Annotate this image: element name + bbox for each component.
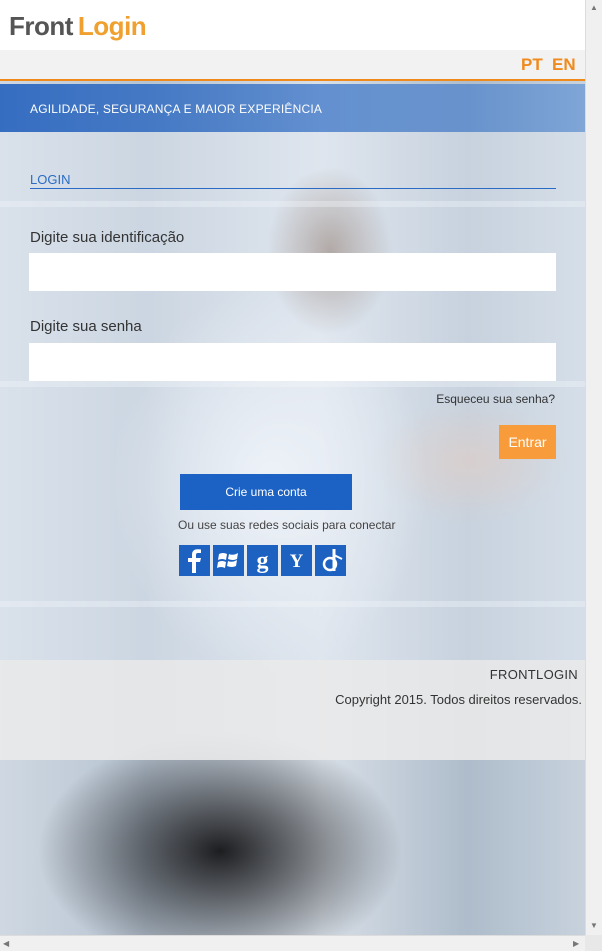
- header: Front Login: [0, 0, 585, 50]
- language-en-link[interactable]: EN: [552, 55, 576, 75]
- footer-copyright: Copyright 2015. Todos direitos reservado…: [335, 692, 582, 707]
- login-heading: LOGIN: [30, 172, 556, 189]
- identification-label: Digite sua identificação: [30, 229, 185, 246]
- logo-text-front: Front: [9, 10, 73, 41]
- scroll-right-icon[interactable]: ▶: [573, 939, 579, 948]
- language-bar: PT EN: [0, 50, 585, 81]
- scroll-up-icon[interactable]: ▲: [590, 3, 598, 12]
- google-icon[interactable]: g: [247, 545, 278, 576]
- login-page: Front Login PT EN AGILIDADE, SEGURANÇA E…: [0, 0, 585, 935]
- facebook-icon[interactable]: [179, 545, 210, 576]
- tagline-text: AGILIDADE, SEGURANÇA E MAIOR EXPERIÊNCIA: [30, 102, 323, 116]
- scroll-down-icon[interactable]: ▼: [590, 921, 598, 930]
- footer-brand: FRONTLOGIN: [489, 667, 578, 682]
- password-input[interactable]: [29, 343, 556, 381]
- forgot-password-link[interactable]: Esqueceu sua senha?: [436, 392, 555, 406]
- scroll-left-icon[interactable]: ◀: [3, 939, 9, 948]
- horizontal-scrollbar[interactable]: ◀ ▶: [0, 935, 585, 951]
- identification-input[interactable]: [29, 253, 556, 291]
- footer: FRONTLOGIN Copyright 2015. Todos direito…: [0, 660, 585, 760]
- submit-button[interactable]: Entrar: [499, 425, 556, 459]
- social-login-prompt: Ou use suas redes sociais para conectar: [178, 518, 396, 532]
- svg-text:g: g: [257, 548, 269, 574]
- windows-icon[interactable]: [213, 545, 244, 576]
- vertical-scrollbar[interactable]: ▲ ▼: [585, 0, 602, 935]
- password-label: Digite sua senha: [30, 318, 142, 335]
- scrollbar-corner: [585, 935, 602, 951]
- openid-icon[interactable]: [315, 545, 346, 576]
- create-account-button[interactable]: Crie uma conta: [180, 474, 352, 510]
- yahoo-icon[interactable]: Y: [281, 545, 312, 576]
- language-pt-link[interactable]: PT: [521, 55, 543, 75]
- frontlogin-logo[interactable]: Front Login: [9, 6, 147, 46]
- svg-text:Y: Y: [290, 551, 304, 572]
- social-login-buttons: g Y: [179, 545, 346, 576]
- logo-text-login: Login: [77, 10, 147, 41]
- tagline-banner: AGILIDADE, SEGURANÇA E MAIOR EXPERIÊNCIA: [0, 84, 585, 132]
